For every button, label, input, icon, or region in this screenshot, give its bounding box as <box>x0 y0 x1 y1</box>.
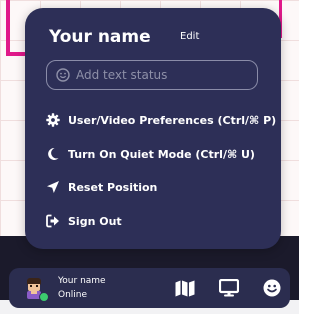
gear-icon <box>45 112 61 128</box>
smiley-icon <box>56 68 70 82</box>
map-icon <box>175 280 195 296</box>
user-video-preferences-item[interactable]: User/Video Preferences (Ctrl/⌘ P) <box>45 110 276 130</box>
menu-item-label: Turn On Quiet Mode (Ctrl/⌘ U) <box>68 147 255 161</box>
menu-item-label: User/Video Preferences (Ctrl/⌘ P) <box>68 113 277 127</box>
menu-item-label: Sign Out <box>68 214 122 228</box>
location-arrow-icon <box>45 179 61 195</box>
menu-item-label: Reset Position <box>68 180 158 194</box>
screen-share-icon <box>219 279 239 297</box>
sign-out-item[interactable]: Sign Out <box>45 211 122 231</box>
text-status-input[interactable] <box>76 68 236 82</box>
moon-icon <box>45 146 61 162</box>
bar-user-name: Your name <box>58 276 106 286</box>
emoji-button[interactable] <box>261 278 283 298</box>
reset-position-item[interactable]: Reset Position <box>45 177 157 197</box>
online-status-dot <box>39 292 49 302</box>
smiley-icon <box>263 279 281 297</box>
sign-out-icon <box>45 213 61 229</box>
edit-name-button[interactable]: Edit <box>180 31 199 42</box>
background-wall <box>6 0 10 56</box>
text-status-field[interactable] <box>46 60 258 90</box>
user-menu-popup: Your name Edit User/Video Preferen <box>25 8 281 249</box>
bottom-bar: Your name Online <box>9 268 290 308</box>
map-button[interactable] <box>174 278 196 298</box>
bar-user-status: Online <box>58 290 88 300</box>
screen-share-button[interactable] <box>218 278 240 298</box>
quiet-mode-item[interactable]: Turn On Quiet Mode (Ctrl/⌘ U) <box>45 144 255 164</box>
popup-user-name: Your name <box>49 27 151 47</box>
